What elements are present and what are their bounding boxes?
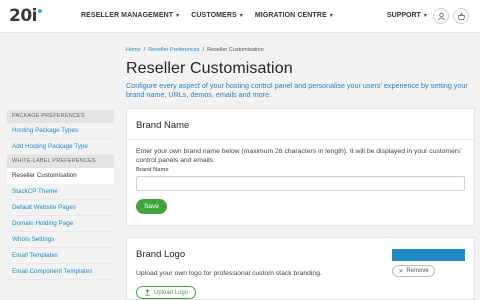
sidebar-item-whois-settings[interactable]: WhoIs Settings xyxy=(7,232,114,248)
nav-label: MIGRATION CENTRE xyxy=(254,12,327,19)
close-icon: ✕ xyxy=(398,268,404,275)
sidebar-item-email-templates[interactable]: Email Templates xyxy=(7,248,114,264)
top-navigation: 20i RESELLER MANAGEMENT ▾ CUSTOMERS ▾ MI… xyxy=(0,0,480,33)
basket-icon xyxy=(457,12,465,20)
sidebar-heading-white-label-preferences: WHITE-LABEL PREFERENCES xyxy=(7,155,114,168)
breadcrumb-home[interactable]: Home xyxy=(126,47,141,53)
user-account-button[interactable] xyxy=(433,8,449,24)
save-button[interactable]: Save xyxy=(136,199,167,214)
page-title: Reseller Customisation xyxy=(126,60,293,77)
nav-customers[interactable]: CUSTOMERS ▾ xyxy=(191,12,243,19)
upload-icon xyxy=(145,289,150,296)
chevron-down-icon: ▾ xyxy=(239,13,243,19)
sidebar-item-domain-holding-page[interactable]: Domain Holding Page xyxy=(7,216,114,232)
user-icon xyxy=(437,12,445,20)
sidebar-item-add-hosting-package-type[interactable]: Add Hosting Package Type xyxy=(7,139,114,155)
brand-name-label: Brand Name xyxy=(136,167,169,173)
page-intro: Configure every aspect of your hosting c… xyxy=(126,81,468,100)
breadcrumb-separator: / xyxy=(202,47,205,53)
brand-logo-card: Brand Logo Upload your own logo for prof… xyxy=(126,237,475,300)
brand-name-description: Enter your own brand name below (maximum… xyxy=(136,148,462,164)
nav-label: CUSTOMERS xyxy=(191,12,237,19)
sidebar-item-reseller-customisation[interactable]: Reseller Customisation xyxy=(7,168,114,184)
sidebar-item-hosting-package-types[interactable]: Hosting Package Types xyxy=(7,123,114,139)
brand-name-card: Brand Name Enter your own brand name bel… xyxy=(126,108,475,226)
upload-logo-label: Upload Logo xyxy=(154,289,189,296)
breadcrumb-reseller-preferences[interactable]: Reseller Preferences xyxy=(148,47,199,53)
sidebar-item-default-website-pages[interactable]: Default Website Pages xyxy=(7,200,114,216)
sidebar-item-stackcp-theme[interactable]: StackCP Theme xyxy=(7,184,114,200)
chevron-down-icon: ▾ xyxy=(329,13,333,19)
sidebar-item-email-component-templates[interactable]: Email Component Templates xyxy=(7,264,114,280)
upload-logo-button[interactable]: Upload Logo xyxy=(136,286,197,299)
remove-label: Remove xyxy=(406,268,429,274)
brand-name-input[interactable] xyxy=(136,176,465,191)
breadcrumb-current: Reseller Customisation xyxy=(207,47,264,53)
breadcrumb: Home / Reseller Preferences / Reseller C… xyxy=(126,47,264,53)
chevron-down-icon: ▾ xyxy=(176,13,180,19)
remove-logo-button[interactable]: ✕ Remove xyxy=(392,265,435,277)
logo-dot xyxy=(37,9,42,13)
logo-preview-image xyxy=(392,249,465,261)
brand-logo[interactable]: 20i xyxy=(9,6,42,26)
card-divider xyxy=(127,139,474,140)
nav-label: RESELLER MANAGEMENT xyxy=(81,12,174,19)
logo-text: 20i xyxy=(9,6,37,26)
brand-name-title: Brand Name xyxy=(136,120,190,131)
brand-logo-title: Brand Logo xyxy=(136,249,186,260)
nav-migration-centre[interactable]: MIGRATION CENTRE ▾ xyxy=(255,12,333,19)
main-nav: RESELLER MANAGEMENT ▾ CUSTOMERS ▾ MIGRAT… xyxy=(81,12,333,19)
support-label: SUPPORT xyxy=(387,12,421,19)
nav-reseller-management[interactable]: RESELLER MANAGEMENT ▾ xyxy=(81,12,179,19)
chevron-down-icon: ▾ xyxy=(423,13,427,19)
sidebar: PACKAGE PREFERENCES Hosting Package Type… xyxy=(7,110,114,280)
nav-support[interactable]: SUPPORT ▾ xyxy=(387,12,427,19)
sidebar-heading-package-preferences: PACKAGE PREFERENCES xyxy=(7,110,114,123)
basket-button[interactable] xyxy=(453,8,469,24)
breadcrumb-separator: / xyxy=(143,47,146,53)
